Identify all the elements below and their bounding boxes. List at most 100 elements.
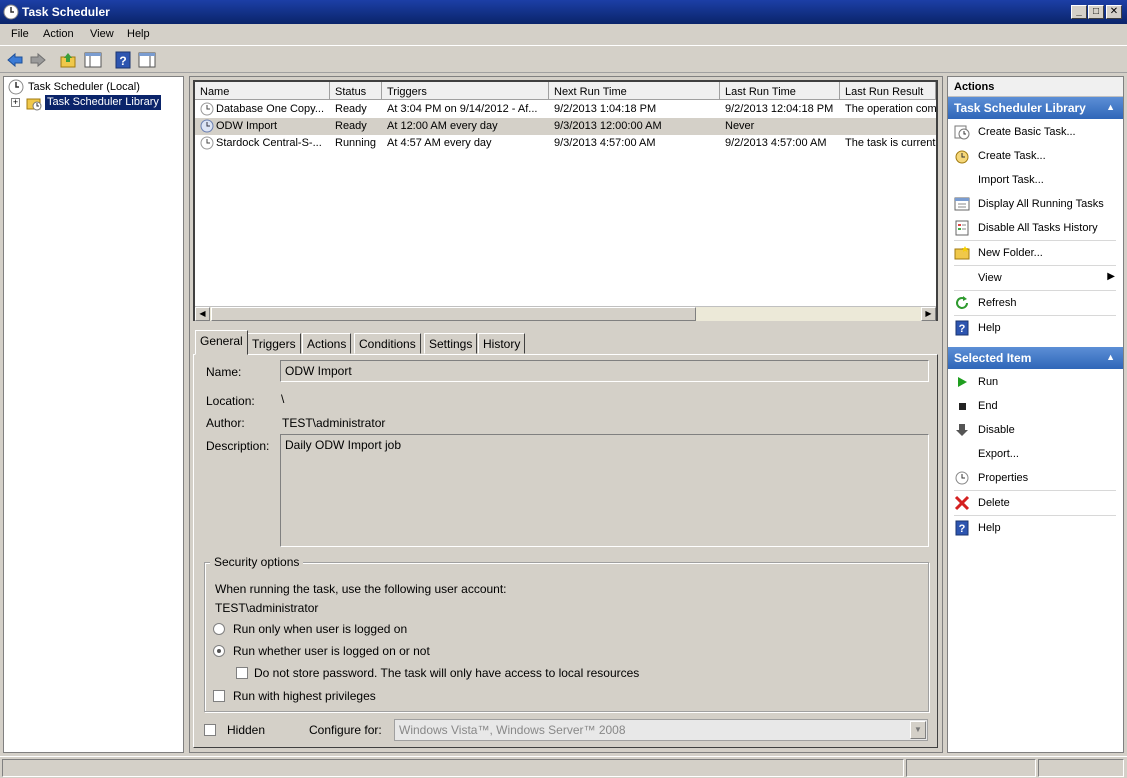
scroll-left-arrow-icon[interactable]: ◀ [195, 307, 210, 321]
column-header-last-result[interactable]: Last Run Result [840, 82, 936, 100]
clock-icon [3, 4, 19, 20]
window-title: Task Scheduler [22, 5, 110, 19]
minimize-button[interactable]: _ [1071, 5, 1087, 19]
help-icon: ? [954, 520, 970, 536]
maximize-button[interactable]: □ [1088, 5, 1104, 19]
hidden-checkbox[interactable] [204, 724, 216, 736]
scroll-right-arrow-icon[interactable]: ▶ [921, 307, 936, 321]
action-display-running[interactable]: Display All Running Tasks [948, 192, 1123, 216]
expand-toggle[interactable]: + [11, 98, 20, 107]
tree-item-library[interactable]: + Task Scheduler Library [4, 95, 182, 111]
tab-triggers[interactable]: Triggers [247, 333, 301, 354]
action-delete[interactable]: Delete [948, 491, 1123, 515]
action-view[interactable]: View ▶ [948, 266, 1123, 290]
action-properties[interactable]: Properties [948, 466, 1123, 490]
tab-general[interactable]: General [195, 330, 248, 355]
action-label: Properties [978, 472, 1029, 484]
table-row[interactable]: ODW Import Ready At 12:00 AM every day 9… [195, 118, 936, 135]
create-basic-task-icon [954, 124, 970, 140]
table-row[interactable]: Database One Copy... Ready At 3:04 PM on… [195, 101, 936, 118]
do-not-store-password-checkbox[interactable] [236, 667, 248, 679]
action-create-basic-task[interactable]: Create Basic Task... [948, 120, 1123, 144]
table-row[interactable]: Stardock Central-S-... Running At 4:57 A… [195, 135, 936, 152]
help-icon: ? [954, 320, 970, 336]
forward-arrow-icon[interactable] [28, 50, 48, 70]
description-field[interactable]: Daily ODW Import job [280, 434, 929, 547]
help-icon[interactable]: ? [113, 50, 133, 70]
tree-library-label: Task Scheduler Library [45, 95, 161, 110]
cell-name: ODW Import [216, 120, 278, 132]
action-label: Refresh [978, 297, 1017, 309]
action-refresh[interactable]: Refresh [948, 291, 1123, 315]
clock-icon [8, 79, 24, 95]
create-task-icon [954, 148, 970, 164]
svg-text:?: ? [959, 523, 966, 535]
tab-history[interactable]: History [478, 333, 526, 354]
action-run[interactable]: Run [948, 370, 1123, 394]
back-arrow-icon[interactable] [5, 50, 25, 70]
name-field[interactable]: ODW Import [280, 360, 929, 382]
close-button[interactable]: ✕ [1106, 5, 1122, 19]
action-disable-history[interactable]: Disable All Tasks History [948, 216, 1123, 240]
column-header-last-run[interactable]: Last Run Time [720, 82, 840, 100]
action-label: Display All Running Tasks [978, 198, 1104, 210]
do-not-store-password-label[interactable]: Do not store password. The task will onl… [254, 666, 639, 680]
show-hide-tree-icon[interactable] [83, 50, 103, 70]
disable-icon [954, 422, 970, 438]
chevron-down-icon[interactable]: ▼ [910, 721, 926, 739]
action-help-selected[interactable]: ? Help [948, 516, 1123, 540]
radio-logged-on-label[interactable]: Run only when user is logged on [233, 622, 407, 636]
menu-view[interactable]: View [90, 28, 114, 40]
radio-whether-logged-on[interactable] [213, 645, 225, 657]
cell-next-run: 9/3/2013 4:57:00 AM [554, 137, 656, 149]
column-header-status[interactable]: Status [330, 82, 382, 100]
console-tree: Task Scheduler (Local) + Task Scheduler … [3, 76, 184, 753]
tab-conditions[interactable]: Conditions [354, 333, 421, 354]
up-folder-icon[interactable] [58, 50, 78, 70]
action-import-task[interactable]: Import Task... [948, 168, 1123, 192]
cell-name: Stardock Central-S-... [216, 137, 322, 149]
menu-action[interactable]: Action [43, 28, 74, 40]
configure-for-select[interactable]: Windows Vista™, Windows Server™ 2008 ▼ [394, 719, 928, 741]
action-create-task[interactable]: Create Task... [948, 144, 1123, 168]
status-bar [0, 756, 1127, 778]
action-export[interactable]: Export... [948, 442, 1123, 466]
cell-status: Ready [335, 120, 367, 132]
menu-bar: File Action View Help [0, 24, 1127, 46]
action-disable[interactable]: Disable [948, 418, 1123, 442]
tab-actions[interactable]: Actions [302, 333, 352, 354]
action-end[interactable]: End [948, 394, 1123, 418]
action-label: Import Task... [978, 174, 1044, 186]
collapse-arrow-icon[interactable]: ▲ [1106, 102, 1115, 112]
collapse-arrow-icon[interactable]: ▲ [1106, 352, 1115, 362]
author-value: TEST\administrator [282, 416, 386, 430]
scroll-thumb[interactable] [211, 307, 696, 321]
actions-pane: Actions Task Scheduler Library ▲ Create … [947, 76, 1124, 753]
column-header-next-run[interactable]: Next Run Time [549, 82, 720, 100]
menu-help[interactable]: Help [127, 28, 150, 40]
tree-item-root[interactable]: Task Scheduler (Local) [4, 79, 182, 95]
action-label: Create Task... [978, 150, 1046, 162]
properties-icon [954, 470, 970, 486]
hidden-label[interactable]: Hidden [227, 723, 265, 737]
section-library-header[interactable]: Task Scheduler Library ▲ [948, 97, 1123, 119]
show-hide-action-pane-icon[interactable] [137, 50, 157, 70]
column-header-triggers[interactable]: Triggers [382, 82, 549, 100]
section-selected-header[interactable]: Selected Item ▲ [948, 347, 1123, 369]
menu-file[interactable]: File [11, 28, 29, 40]
highest-privileges-checkbox[interactable] [213, 690, 225, 702]
radio-whether-logged-on-label[interactable]: Run whether user is logged on or not [233, 644, 430, 658]
tab-settings[interactable]: Settings [424, 333, 478, 354]
account-prompt: When running the task, use the following… [215, 582, 507, 596]
cell-last-run: Never [725, 120, 755, 132]
highest-privileges-label[interactable]: Run with highest privileges [233, 689, 376, 703]
toolbar: ? [0, 47, 1127, 73]
submenu-arrow-icon: ▶ [1107, 271, 1115, 282]
status-pane-2 [906, 759, 1036, 777]
action-new-folder[interactable]: New Folder... [948, 241, 1123, 265]
action-help-library[interactable]: ? Help [948, 316, 1123, 340]
cell-last-result: The task is currently [845, 137, 936, 149]
horizontal-scrollbar[interactable]: ◀ ▶ [195, 306, 936, 321]
radio-logged-on[interactable] [213, 623, 225, 635]
column-header-name[interactable]: Name [195, 82, 330, 100]
